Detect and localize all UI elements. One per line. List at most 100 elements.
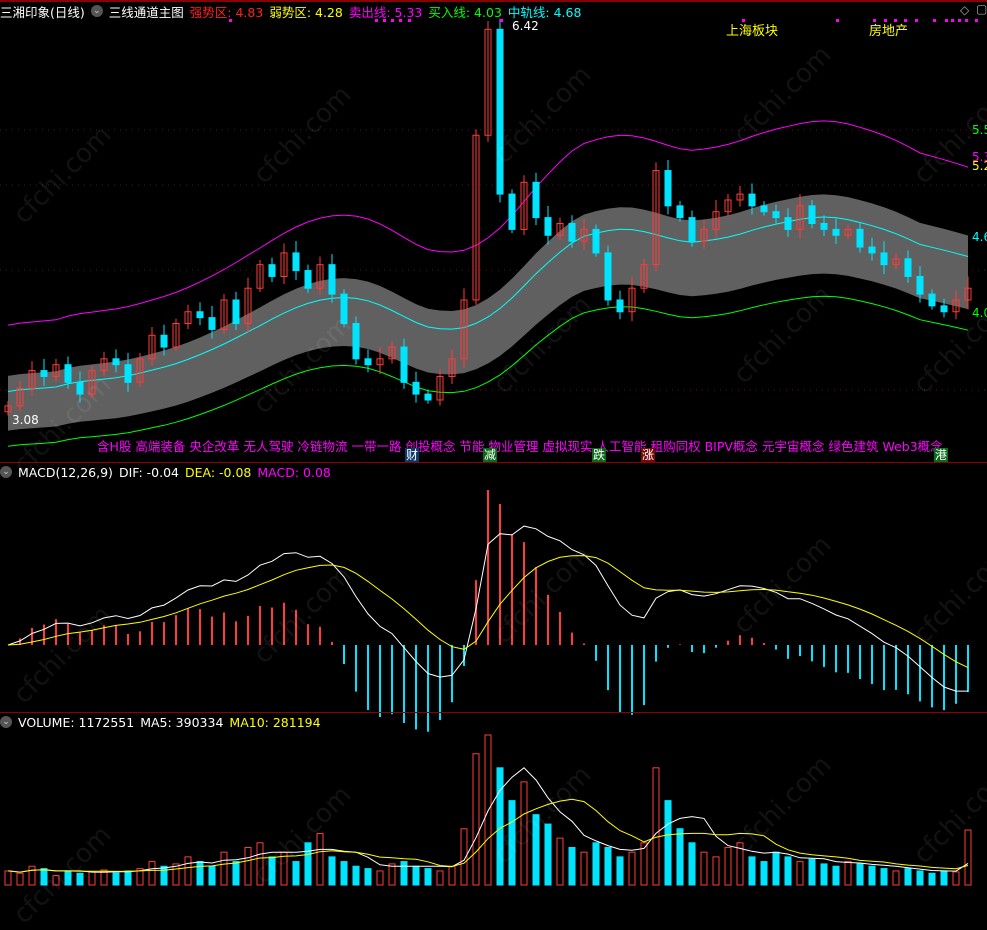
chevron-down-icon[interactable]: ⌄ [0,466,12,478]
volume-bar [412,865,420,886]
volume-bar [892,870,900,886]
volume-bar [964,829,972,886]
volume-bar [832,865,840,886]
candle-body [904,258,912,277]
volume-bar [208,865,216,886]
volume-bar [112,872,120,886]
chevron-down-icon[interactable]: ⌄ [0,716,12,728]
volume-bar [604,847,612,886]
candle-body [928,293,936,307]
volume-bar [940,870,948,886]
volume-bar [592,842,600,886]
concept-list: 含H股 高端装备 央企改革 无人驾驶 冷链物流 一带一路 创投概念 节能 物业管理 虚拟现实 人工智… [97,436,947,455]
signal-dot [958,19,961,22]
volume-bar [784,856,792,886]
volume-bar [328,856,336,886]
volume-bar [232,861,240,886]
candle-body [64,364,72,383]
volume-bar [808,858,816,886]
candle-body [688,217,696,242]
volume-bar [688,842,696,886]
volume-bar [856,863,864,886]
volume-bar [796,861,804,886]
axis-label: 4.6 [972,230,987,244]
candle-body [124,364,132,383]
volume-bar [220,851,228,886]
volume-bar [868,865,876,886]
candle-body [760,205,768,213]
volume-value[interactable]: VOLUME: 1172551 [18,715,134,730]
volume-ma10: MA10: 281194 [229,714,321,730]
signal-dot [383,19,386,22]
candle-body [496,28,504,195]
signal-dot [915,19,918,22]
volume-bar [472,753,480,886]
concept-item[interactable]: BIPV概念 [705,439,758,454]
volume-bar [652,767,660,886]
candle-body [40,370,48,377]
volume-bar [196,861,204,886]
candle-body [304,270,312,289]
candle-body [916,275,924,295]
candle-body [544,217,552,236]
volume-bar [760,861,768,886]
volume-bar [844,861,852,886]
volume-bar [352,865,360,886]
volume-bar [820,863,828,886]
volume-bar [700,851,708,886]
volume-bar [424,868,432,886]
concept-item[interactable]: 节能 [460,439,485,454]
macd-value: MACD: 0.08 [257,464,331,480]
axis-label: 5.2 [972,159,987,173]
concept-item[interactable]: 租购同权 [651,439,701,454]
signal-dot [408,19,411,22]
concept-item[interactable]: 含H股 [97,439,131,454]
volume-bar [4,870,12,886]
candle-body [268,264,276,277]
volume-bar [160,865,168,886]
volume-ma5: MA5: 390334 [140,714,224,730]
candle-body [820,223,828,230]
concept-item[interactable]: 绿色建筑 [828,439,878,454]
candle-body [400,346,408,383]
volume-bar [376,870,384,886]
candle-body [880,252,888,266]
event-tag[interactable]: 跌 [592,448,607,462]
concept-item[interactable]: 一带一路 [351,439,401,454]
concept-item[interactable]: 冷链物流 [297,439,347,454]
volume-bar [340,861,348,886]
low-price-label: 3.08 [12,413,39,427]
signal-dot [399,19,402,22]
volume-bar [448,865,456,886]
concept-item[interactable]: 虚拟现实 [543,439,593,454]
event-tag[interactable]: 涨 [641,448,656,462]
candle-body [292,252,300,272]
candle-body [232,299,240,325]
volume-bar [664,800,672,886]
concept-item[interactable]: 无人驾驶 [243,439,293,454]
volume-bar [568,847,576,886]
volume-bar [316,832,324,886]
concept-item[interactable]: 央企改革 [189,439,239,454]
event-tag[interactable]: 减 [483,448,498,462]
volume-bar [400,861,408,886]
volume-bar [184,856,192,886]
candle-body [676,205,684,219]
candle-body [364,358,372,366]
volume-bar [436,870,444,886]
signal-dot [933,19,936,22]
candle-body [772,211,780,219]
candle-body [856,228,864,248]
candle-body [616,299,624,313]
signal-dot [229,19,232,22]
candle-body [784,217,792,230]
event-tag[interactable]: 港 [934,448,949,462]
volume-bar [292,861,300,886]
macd-dif: DIF: -0.04 [118,464,179,480]
concept-item[interactable]: 元宇宙概念 [762,439,825,454]
high-price-label: 6.42 [512,19,539,33]
concept-item[interactable]: 高端装备 [135,439,185,454]
volume-bar [616,856,624,886]
signal-dot [965,19,968,22]
event-tag[interactable]: 财 [405,448,420,462]
